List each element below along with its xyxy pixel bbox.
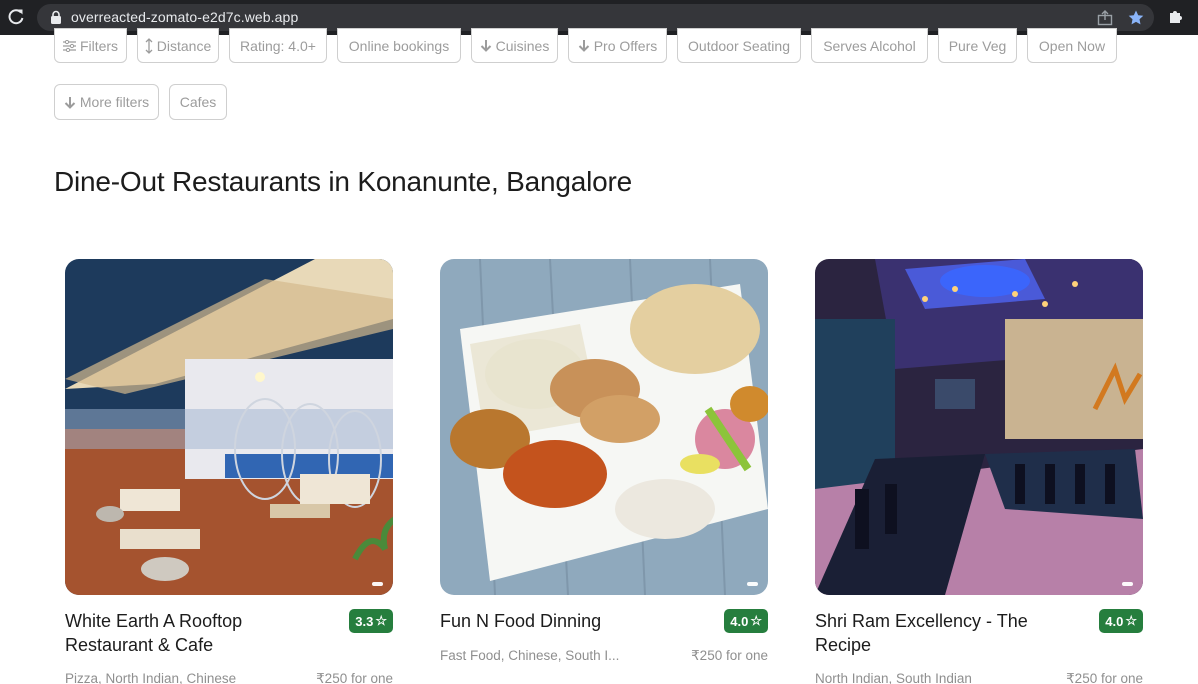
- restaurant-image[interactable]: [65, 259, 393, 595]
- rating-value: 3.3: [355, 613, 374, 629]
- filter-chip-cafes[interactable]: Cafes: [169, 84, 227, 120]
- restaurant-card[interactable]: White Earth A Rooftop Restaurant & Cafe …: [65, 259, 393, 684]
- restaurant-cuisine: Pizza, North Indian, Chinese: [65, 671, 237, 684]
- restaurant-name[interactable]: White Earth A Rooftop Restaurant & Cafe: [65, 609, 335, 657]
- filter-chip-label: Pro Offers: [593, 37, 658, 54]
- rating-value: 4.0: [1105, 613, 1124, 629]
- filter-chip-more-filters[interactable]: More filters: [54, 84, 159, 120]
- image-carousel-dot[interactable]: [372, 582, 383, 586]
- filter-chip-online-bookings[interactable]: Online bookings: [337, 28, 461, 63]
- arrow-down-icon: [480, 40, 491, 52]
- bookmark-star-icon[interactable]: [1127, 9, 1145, 27]
- filter-chip-label: Cuisines: [495, 37, 550, 54]
- star-icon: ☆: [750, 613, 762, 628]
- arrow-down-icon: [64, 96, 76, 109]
- arrow-down-icon: [578, 40, 589, 52]
- filter-chip-pure-veg[interactable]: Pure Veg: [938, 28, 1017, 63]
- restaurant-price: ₹250 for one: [316, 671, 393, 684]
- star-icon: ☆: [1125, 613, 1137, 628]
- restaurant-card[interactable]: Fun N Food Dinning 4.0 ☆ Fast Food, Chin…: [440, 259, 768, 684]
- filter-chip-filters[interactable]: Filters: [54, 28, 127, 63]
- restaurant-cuisine: North Indian, South Indian: [815, 671, 972, 684]
- filter-chip-label: Pure Veg: [948, 37, 1007, 54]
- rating-badge: 3.3 ☆: [349, 609, 393, 633]
- reload-icon[interactable]: [6, 7, 26, 27]
- filter-chip-rating[interactable]: Rating: 4.0+: [229, 28, 327, 63]
- image-carousel-dot[interactable]: [747, 582, 758, 586]
- filter-chip-label: Cafes: [179, 94, 217, 110]
- filter-chip-serves-alcohol[interactable]: Serves Alcohol: [811, 28, 928, 63]
- share-icon[interactable]: [1096, 9, 1114, 27]
- restaurant-name[interactable]: Shri Ram Excellency - The Recipe: [815, 609, 1085, 657]
- restaurant-name[interactable]: Fun N Food Dinning: [440, 609, 710, 633]
- address-bar[interactable]: overreacted-zomato-e2d7c.web.app: [37, 4, 1154, 31]
- filter-chip-label: Outdoor Seating: [688, 37, 790, 54]
- filter-chip-label: Online bookings: [348, 37, 450, 54]
- rating-badge: 4.0 ☆: [724, 609, 768, 633]
- filter-chip-pro-offers[interactable]: Pro Offers: [568, 28, 667, 63]
- restaurant-price: ₹250 for one: [1066, 671, 1143, 684]
- restaurant-image[interactable]: [440, 259, 768, 595]
- filter-chip-label: Serves Alcohol: [823, 37, 916, 54]
- filter-chip-open-now[interactable]: Open Now: [1027, 28, 1117, 63]
- filter-chip-label: Open Now: [1038, 37, 1106, 54]
- filter-chip-cuisines[interactable]: Cuisines: [471, 28, 558, 63]
- rating-badge: 4.0 ☆: [1099, 609, 1143, 633]
- restaurant-image[interactable]: [815, 259, 1143, 595]
- filter-chip-label: Rating: 4.0+: [240, 37, 316, 54]
- vertical-arrows-icon: [145, 37, 153, 54]
- restaurant-cuisine: Fast Food, Chinese, South I...: [440, 648, 620, 663]
- lock-icon[interactable]: [49, 10, 63, 25]
- image-carousel-dot[interactable]: [1122, 582, 1133, 586]
- restaurant-card[interactable]: Shri Ram Excellency - The Recipe 4.0 ☆ N…: [815, 259, 1143, 684]
- sliders-icon: [62, 39, 76, 52]
- address-url[interactable]: overreacted-zomato-e2d7c.web.app: [71, 9, 298, 25]
- filter-chip-distance[interactable]: Distance: [137, 28, 219, 63]
- filter-chip-label: More filters: [79, 94, 150, 110]
- restaurant-price: ₹250 for one: [691, 648, 768, 663]
- extensions-puzzle-icon[interactable]: [1167, 8, 1185, 26]
- rating-value: 4.0: [730, 613, 749, 629]
- filter-chip-label: Distance: [156, 37, 212, 54]
- filter-chip-outdoor-seating[interactable]: Outdoor Seating: [677, 28, 801, 63]
- page-title: Dine-Out Restaurants in Konanunte, Banga…: [54, 166, 633, 197]
- filter-chip-label: Filters: [79, 37, 119, 54]
- star-icon: ☆: [375, 613, 387, 628]
